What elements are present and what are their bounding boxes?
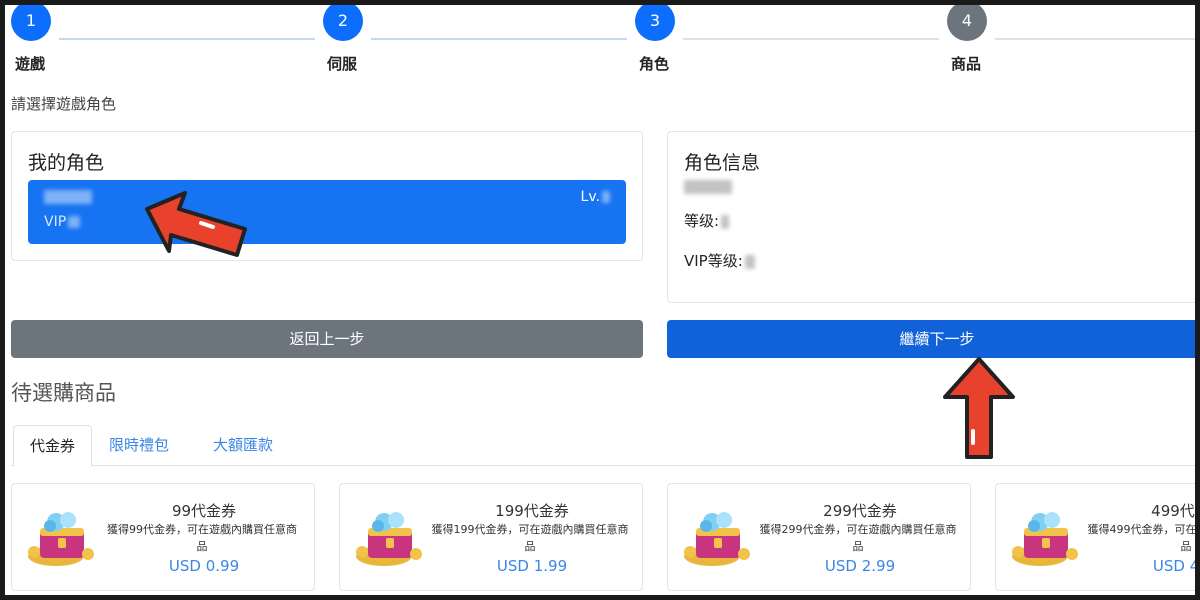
step-4-line (995, 38, 1195, 40)
next-button[interactable]: 繼續下一步 (667, 320, 1195, 358)
product-card[interactable]: 99代金券 獲得99代金券，可在遊戲內購買任意商品 USD 0.99 (11, 483, 315, 591)
step-3-circle[interactable]: 3 (635, 5, 675, 41)
tab-large-remittance[interactable]: 大額匯款 (197, 425, 289, 466)
product-tabs: 代金券 限時禮包 大額匯款 (11, 425, 1195, 467)
treasure-chest-icon (684, 512, 750, 566)
treasure-chest-icon (356, 512, 422, 566)
product-name: 499代金券 (1151, 502, 1195, 520)
my-roles-title: 我的角色 (28, 152, 105, 174)
product-name: 299代金券 (823, 502, 897, 520)
product-description: 獲得299代金券，可在遊戲內購買任意商品 (759, 523, 957, 553)
role-level: Lv. (581, 189, 610, 205)
step-2-circle[interactable]: 2 (323, 5, 363, 41)
product-name: 99代金券 (171, 502, 237, 520)
product-description: 獲得199代金券，可在遊戲內購買任意商品 (431, 523, 629, 553)
product-card[interactable]: 299代金券 獲得299代金券，可在遊戲內購買任意商品 USD 2.99 (667, 483, 971, 591)
step-4-label: 商品 (951, 55, 982, 73)
product-card[interactable]: 199代金券 獲得199代金券，可在遊戲內購買任意商品 USD 1.99 (339, 483, 643, 591)
page: 1 遊戲 2 伺服 3 角色 4 商品 請選擇遊戲角色 我的角色 Lv. VIP… (5, 5, 1195, 595)
product-price: USD 0.99 (168, 557, 240, 575)
treasure-chest-icon (28, 512, 94, 566)
role-info-vip: VIP等级: (684, 250, 755, 271)
role-info-card: 角色信息 等级: VIP等级: (667, 131, 1195, 303)
role-vip: VIP (44, 214, 81, 230)
role-info-title: 角色信息 (684, 152, 761, 174)
role-name-redacted (44, 190, 92, 204)
role-info-name-redacted (684, 180, 732, 194)
role-info-level: 等级: (684, 210, 730, 231)
tab-limited-packs[interactable]: 限時禮包 (93, 425, 185, 466)
product-price: USD 1.99 (496, 557, 568, 575)
section-title: 待選購商品 (11, 381, 116, 405)
step-2-line (371, 38, 627, 40)
role-item[interactable]: Lv. VIP (28, 180, 626, 244)
product-name: 199代金券 (495, 502, 569, 520)
product-price: USD 2.99 (824, 557, 896, 575)
my-roles-card: 我的角色 Lv. VIP (11, 131, 643, 261)
product-description: 獲得99代金券，可在遊戲內購買任意商品 (107, 523, 297, 553)
step-2-label: 伺服 (327, 55, 358, 73)
step-1-line (59, 38, 315, 40)
treasure-chest-icon (1012, 512, 1078, 566)
product-card[interactable]: 499代金券 獲得499代金券，可在遊戲內購買任意商品 USD 4.99 (995, 483, 1195, 591)
step-1-label: 遊戲 (15, 55, 46, 73)
product-price: USD 4.99 (1152, 557, 1195, 575)
back-button[interactable]: 返回上一步 (11, 320, 643, 358)
step-4-circle[interactable]: 4 (947, 5, 987, 41)
select-role-hint: 請選擇遊戲角色 (11, 95, 117, 113)
step-3-line (683, 38, 939, 40)
step-3-label: 角色 (639, 55, 670, 73)
step-1-circle[interactable]: 1 (11, 5, 51, 41)
product-description: 獲得499代金券，可在遊戲內購買任意商品 (1087, 523, 1196, 553)
tab-vouchers[interactable]: 代金券 (13, 425, 93, 467)
